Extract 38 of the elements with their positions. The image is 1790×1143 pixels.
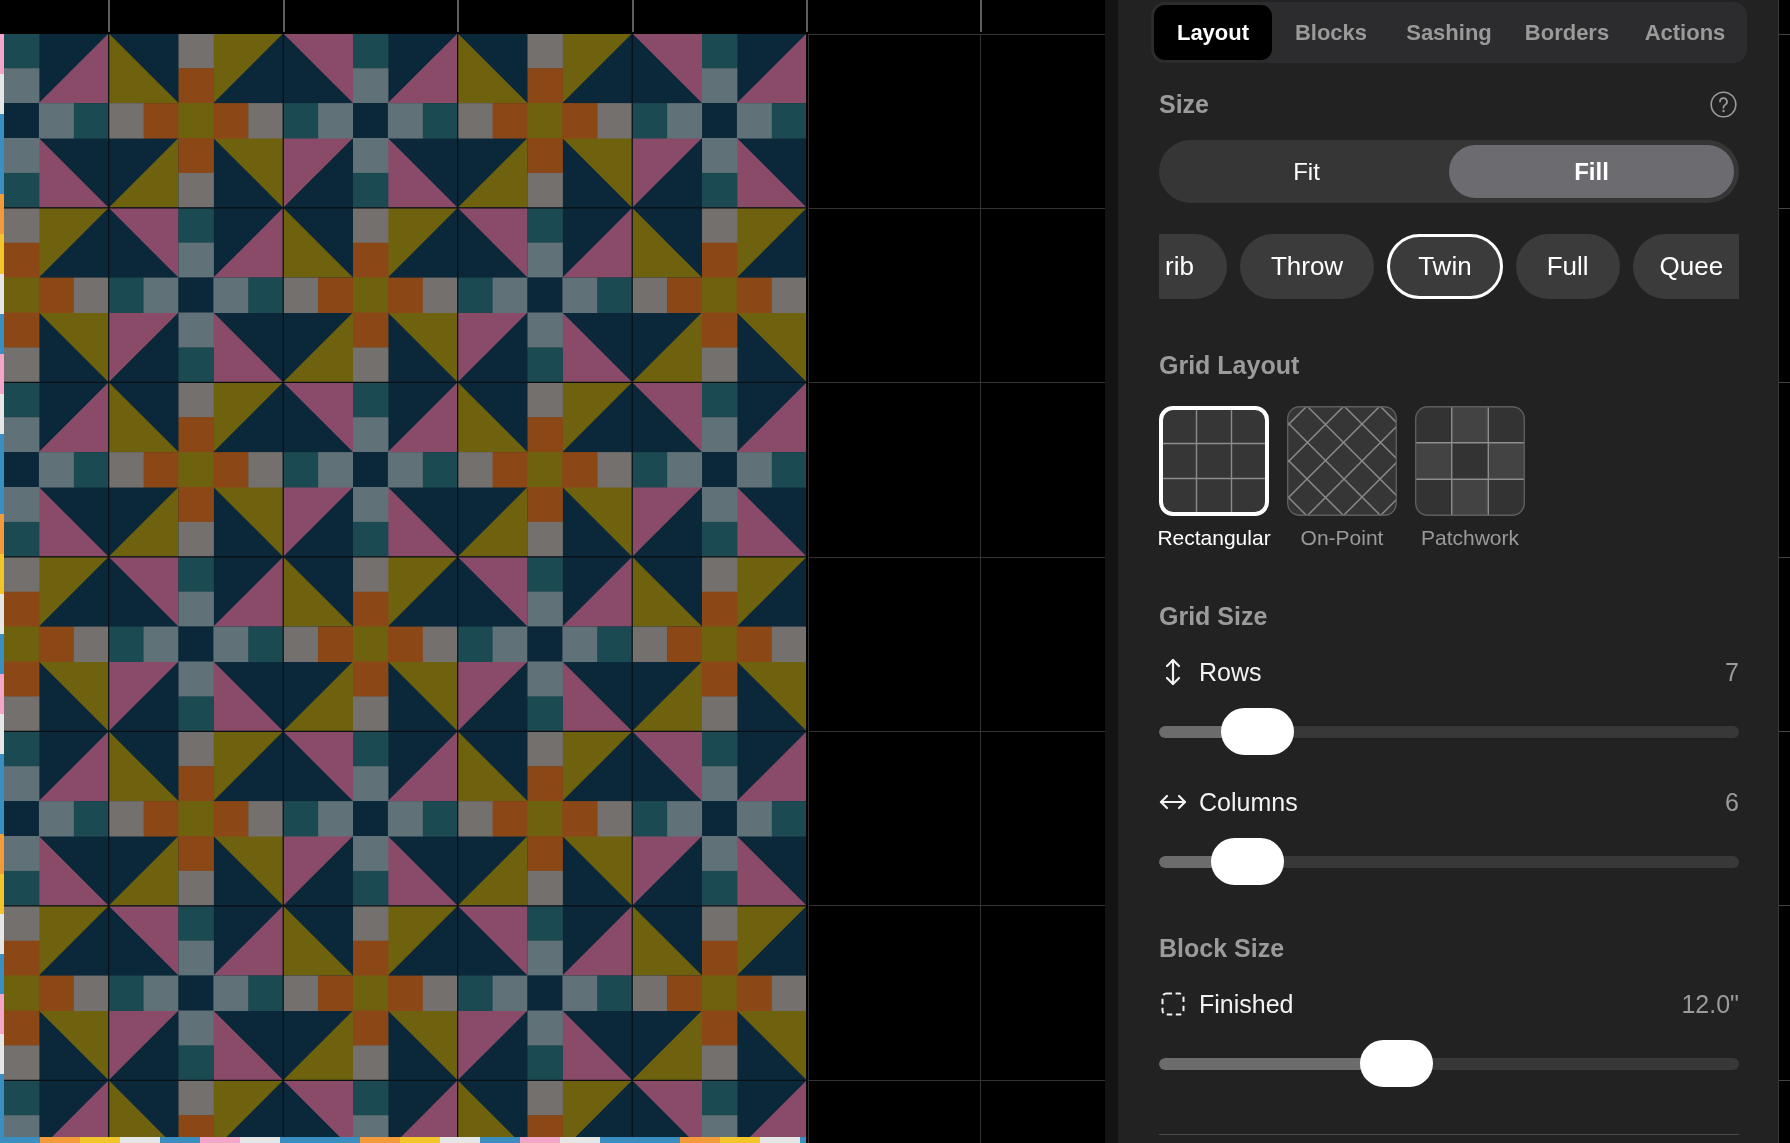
control-value: 6	[1725, 787, 1739, 817]
size-mode-button[interactable]: Fill	[1449, 145, 1734, 198]
control-value: 12.0"	[1681, 989, 1739, 1019]
layout-option[interactable]: Rectangular	[1159, 406, 1269, 551]
section-heading: Grid Size	[1159, 601, 1269, 631]
slider-thumb[interactable]	[1210, 838, 1284, 885]
control-label: Columns	[1199, 787, 1298, 817]
size-preset-chip[interactable]: Full	[1515, 234, 1620, 299]
help-icon[interactable]	[1710, 90, 1737, 118]
control-value: 7	[1725, 657, 1739, 687]
section-heading: Block Size	[1159, 933, 1286, 963]
section-heading: Grid Layout	[1159, 350, 1301, 380]
tab[interactable]: Blocks	[1272, 5, 1390, 60]
grid-icon	[1159, 406, 1269, 516]
slider[interactable]	[1159, 708, 1739, 755]
control-label: Rows	[1199, 657, 1262, 687]
slider[interactable]	[1159, 838, 1739, 885]
size-preset-chip[interactable]: rib	[1159, 234, 1227, 299]
slider-thumb[interactable]	[1221, 708, 1295, 755]
checkered-grid-icon	[1415, 406, 1525, 516]
diagonal-grid-icon	[1287, 406, 1397, 516]
layout-option[interactable]: On-Point	[1287, 406, 1397, 551]
vertical-arrow-icon	[1165, 658, 1181, 686]
horizontal-arrow-icon	[1159, 793, 1187, 811]
tab[interactable]: Actions	[1626, 5, 1744, 60]
slider[interactable]	[1159, 1040, 1739, 1087]
dashed-square-icon	[1161, 992, 1185, 1016]
tab[interactable]: Borders	[1508, 5, 1626, 60]
size-preset-chip[interactable]: Quee	[1632, 234, 1739, 299]
size-preset-chip[interactable]: Throw	[1239, 234, 1375, 299]
slider-thumb[interactable]	[1360, 1040, 1434, 1087]
tab[interactable]: Sashing	[1390, 5, 1508, 60]
size-mode-button[interactable]: Fit	[1164, 145, 1449, 198]
control-label: Finished	[1199, 989, 1294, 1019]
section-heading: Size	[1159, 89, 1210, 119]
layout-option[interactable]: Patchwork	[1415, 406, 1525, 551]
tab[interactable]: Layout	[1154, 5, 1272, 60]
size-preset-chip[interactable]: Twin	[1387, 234, 1503, 299]
